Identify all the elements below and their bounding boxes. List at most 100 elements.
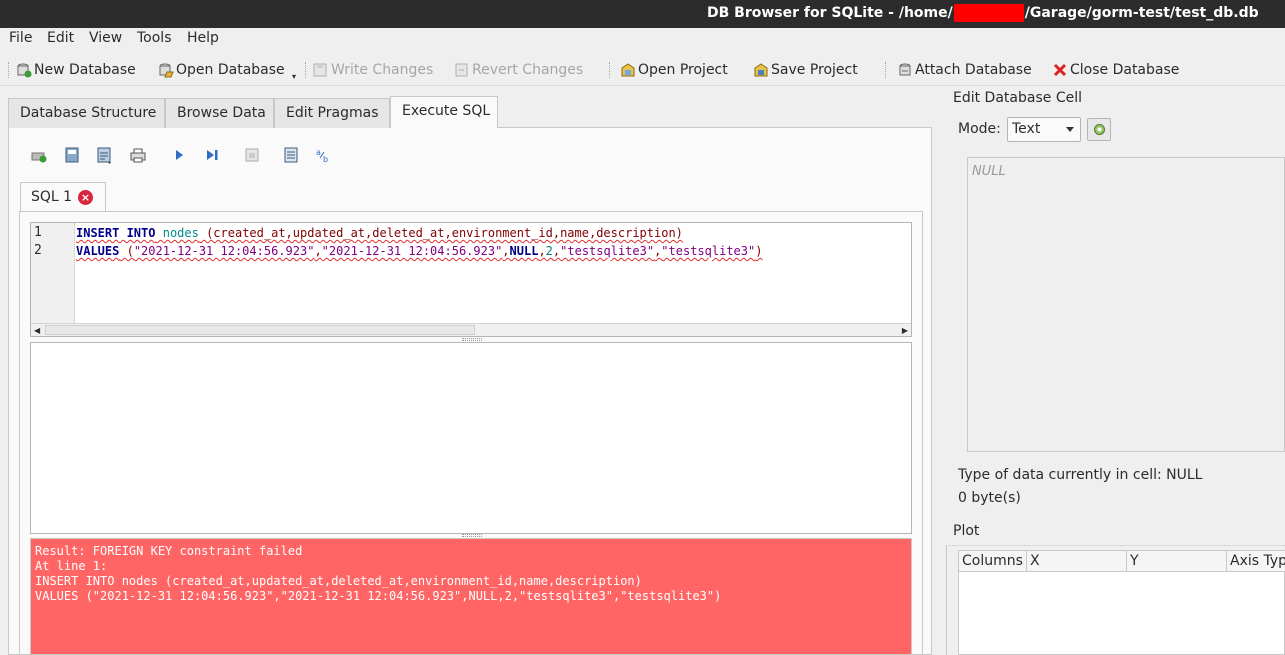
- tab-execute-sql[interactable]: Execute SQL: [390, 96, 498, 128]
- toolbar-separator: [305, 62, 307, 78]
- open-database-label: Open Database: [176, 62, 285, 78]
- sql-keyword: VALUES: [76, 244, 120, 258]
- edit-cell-panel-title: Edit Database Cell: [953, 90, 1082, 106]
- splitter-handle[interactable]: [462, 338, 482, 341]
- open-database-button[interactable]: Open Database: [158, 60, 285, 80]
- find-replace-icon[interactable]: ab: [315, 146, 333, 164]
- chevron-down-icon: [1066, 127, 1074, 132]
- error-line: Result: FOREIGN KEY constraint failed: [35, 544, 303, 558]
- sql-punct: ,: [538, 244, 546, 258]
- mode-select[interactable]: Text: [1007, 117, 1081, 142]
- sql-number: 2: [545, 244, 553, 258]
- menu-help[interactable]: Help: [187, 30, 219, 46]
- menu-tools[interactable]: Tools: [137, 30, 172, 46]
- window-title-suffix: /Garage/gorm-test/test_db.db: [1024, 5, 1259, 21]
- execute-all-icon[interactable]: [170, 146, 188, 164]
- open-database-dropdown-icon[interactable]: ▾: [292, 72, 296, 81]
- sql-punct: ): [755, 244, 763, 258]
- close-database-label: Close Database: [1070, 62, 1180, 78]
- close-database-button[interactable]: Close Database: [1052, 60, 1179, 80]
- error-line: VALUES ("2021-12-31 12:04:56.923","2021-…: [35, 589, 722, 603]
- close-tab-icon[interactable]: ×: [78, 190, 93, 205]
- auto-switch-mode-button[interactable]: [1087, 118, 1111, 141]
- splitter-handle[interactable]: [462, 534, 482, 537]
- menu-file[interactable]: File: [9, 30, 32, 46]
- line-number: 2: [34, 243, 42, 258]
- line-number-gutter: 1 2: [31, 223, 75, 323]
- cell-editor[interactable]: NULL: [967, 157, 1285, 452]
- sql-string: "testsqlite3": [661, 244, 756, 258]
- error-line: INSERT INTO nodes (created_at,updated_at…: [35, 574, 642, 588]
- tab-browse-data[interactable]: Browse Data: [165, 98, 274, 128]
- toolbar-separator: [885, 62, 887, 78]
- plot-columns-table[interactable]: Columns X Y Axis Type: [958, 550, 1285, 655]
- new-database-button[interactable]: New Database: [16, 60, 136, 80]
- write-changes-label: Write Changes: [331, 62, 434, 78]
- sql-punct: (: [119, 244, 134, 258]
- gear-icon: [1091, 121, 1108, 142]
- sql-null: NULL: [509, 244, 539, 258]
- attach-database-button[interactable]: Attach Database: [897, 60, 1032, 80]
- sql-string: "testsqlite3": [560, 244, 655, 258]
- window-title-prefix: DB Browser for SQLite - /home/: [707, 5, 953, 21]
- window-title: DB Browser for SQLite - /home/ /Garage/go…: [707, 4, 1259, 22]
- menu-bar: File Edit View Tools Help: [0, 28, 1285, 50]
- sql-punct: ,: [502, 244, 510, 258]
- execute-current-line-icon[interactable]: [203, 146, 221, 164]
- open-project-label: Open Project: [638, 62, 728, 78]
- editor-horizontal-scrollbar[interactable]: ◀ ▶: [31, 323, 911, 336]
- open-project-button[interactable]: Open Project: [620, 60, 728, 80]
- plot-panel-title: Plot: [953, 523, 980, 539]
- plot-header-y[interactable]: Y: [1127, 551, 1227, 572]
- sql-punct: ,: [314, 244, 322, 258]
- sql-editor[interactable]: 1 2 INSERT INTO nodes (created_at,update…: [30, 222, 912, 337]
- revert-changes-icon: [454, 62, 470, 78]
- save-sql-file-icon[interactable]: [95, 146, 113, 164]
- open-database-icon: [158, 62, 174, 78]
- close-database-icon: [1052, 62, 1068, 78]
- save-project-label: Save Project: [771, 62, 858, 78]
- new-database-label: New Database: [34, 62, 136, 78]
- sql-string: "2021-12-31 12:04:56.923": [321, 244, 503, 258]
- tab-database-structure[interactable]: Database Structure: [8, 98, 165, 128]
- tab-edit-pragmas[interactable]: Edit Pragmas: [274, 98, 390, 128]
- redacted-username: [953, 4, 1024, 22]
- revert-changes-label: Revert Changes: [472, 62, 584, 78]
- cell-type-info: Type of data currently in cell: NULL: [958, 467, 1203, 483]
- stop-execution-icon[interactable]: [243, 146, 261, 164]
- save-project-icon: [753, 62, 769, 78]
- scrollbar-thumb[interactable]: [45, 325, 475, 335]
- svg-text:b: b: [323, 155, 328, 164]
- scroll-left-icon[interactable]: ◀: [34, 326, 40, 335]
- write-changes-icon: [313, 62, 329, 78]
- toolbar-separator: [609, 62, 611, 78]
- scroll-right-icon[interactable]: ▶: [902, 326, 908, 335]
- print-icon[interactable]: [129, 146, 147, 164]
- error-line: At line 1:: [35, 559, 108, 573]
- plot-header-columns[interactable]: Columns: [959, 551, 1027, 572]
- code-line-2: VALUES ("2021-12-31 12:04:56.923","2021-…: [76, 243, 762, 261]
- sql-editor-tab[interactable]: SQL 1 ×: [20, 182, 106, 212]
- attach-database-icon: [897, 62, 913, 78]
- save-results-icon[interactable]: [282, 146, 300, 164]
- svg-text:a: a: [316, 148, 321, 157]
- cell-null-value: NULL: [972, 164, 1006, 179]
- open-project-icon: [620, 62, 636, 78]
- plot-header-x[interactable]: X: [1027, 551, 1127, 572]
- sql-string: "2021-12-31 12:04:56.923": [133, 244, 315, 258]
- error-message-pane: Result: FOREIGN KEY constraint failed At…: [30, 538, 912, 655]
- title-bar: DB Browser for SQLite - /home/ /Garage/go…: [0, 0, 1285, 28]
- write-changes-button[interactable]: Write Changes: [313, 60, 433, 80]
- code-line-1: INSERT INTO nodes (created_at,updated_at…: [76, 225, 762, 243]
- menu-view[interactable]: View: [89, 30, 122, 46]
- open-sql-file-icon[interactable]: [63, 146, 81, 164]
- save-project-button[interactable]: Save Project: [753, 60, 858, 80]
- sql-keyword: INSERT INTO: [76, 226, 156, 240]
- revert-changes-button[interactable]: Revert Changes: [454, 60, 583, 80]
- results-grid[interactable]: [30, 342, 912, 534]
- menu-edit[interactable]: Edit: [47, 30, 74, 46]
- mode-label: Mode:: [958, 121, 1001, 137]
- sql-code[interactable]: INSERT INTO nodes (created_at,updated_at…: [76, 225, 762, 261]
- open-tab-icon[interactable]: [30, 146, 48, 164]
- plot-header-axis-type[interactable]: Axis Type: [1227, 551, 1285, 572]
